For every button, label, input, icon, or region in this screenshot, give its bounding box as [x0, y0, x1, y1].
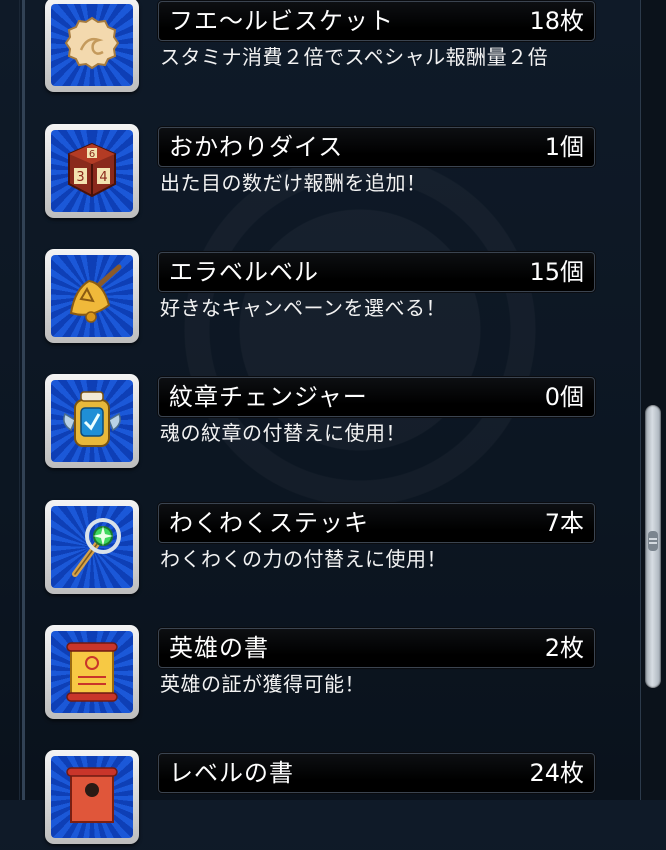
item-name-bar: レベルの書 24枚 [158, 753, 595, 793]
crest-changer-icon [63, 391, 121, 447]
item-icon-frame [45, 249, 139, 343]
dice-face-right: 4 [99, 170, 107, 185]
item-quantity: 1個 [544, 133, 584, 161]
scrollbar-thumb[interactable] [645, 405, 661, 688]
item-name: 英雄の書 [169, 634, 269, 662]
item-icon-frame [45, 0, 139, 92]
item-row-bell[interactable]: エラベルベル 15個 好きなキャンペーンを選べる！ [42, 249, 642, 349]
item-name-bar: 英雄の書 2枚 [158, 628, 595, 668]
wand-icon [72, 518, 121, 577]
item-quantity: 18枚 [529, 7, 584, 35]
dice-face-top: 6 [89, 149, 95, 160]
scroll-grip-icon [648, 531, 658, 551]
item-quantity: 15個 [529, 258, 584, 286]
item-name: 紋章チェンジャー [169, 383, 368, 411]
item-name-bar: わくわくステッキ 7本 [158, 503, 595, 543]
item-description: わくわくの力の付替えに使用！ [160, 547, 447, 571]
item-icon-frame [45, 750, 139, 844]
scroll-red-icon [66, 767, 118, 823]
left-frame [19, 0, 25, 800]
item-row-crest-changer[interactable]: 紋章チェンジャー 0個 魂の紋章の付替えに使用！ [42, 374, 642, 474]
biscuit-icon [64, 16, 120, 70]
item-icon-frame: 6 3 4 [45, 124, 139, 218]
item-icon-frame [45, 374, 139, 468]
item-icon-frame [45, 500, 139, 594]
item-name: おかわりダイス [169, 133, 344, 161]
bell-icon [69, 264, 122, 323]
item-name: エラベルベル [169, 258, 319, 286]
item-row-dice[interactable]: 6 3 4 おかわりダイス 1個 出た目の数だけ報酬を追加！ [42, 124, 642, 224]
item-description: 英雄の証が獲得可能！ [160, 672, 365, 696]
item-quantity: 24枚 [529, 759, 584, 787]
item-description: スタミナ消費２倍でスペシャル報酬量２倍 [160, 45, 549, 69]
item-description: 好きなキャンペーンを選べる！ [160, 296, 446, 320]
item-name: わくわくステッキ [169, 509, 369, 537]
dice-face-left: 3 [76, 170, 84, 185]
item-name-bar: エラベルベル 15個 [158, 252, 595, 292]
item-description: 出た目の数だけ報酬を追加！ [160, 171, 427, 195]
item-name-bar: おかわりダイス 1個 [158, 127, 595, 167]
item-quantity: 7本 [544, 509, 584, 537]
item-name: フエ〜ルビスケット [169, 7, 394, 35]
item-row-wand[interactable]: わくわくステッキ 7本 わくわくの力の付替えに使用！ [42, 500, 642, 600]
item-quantity: 2枚 [544, 634, 584, 662]
item-name-bar: フエ〜ルビスケット 18枚 [158, 1, 595, 41]
scroll-icon [66, 642, 118, 702]
item-quantity: 0個 [544, 383, 584, 411]
item-description: 魂の紋章の付替えに使用！ [160, 421, 406, 445]
item-row-level-book[interactable]: レベルの書 24枚 [42, 750, 642, 850]
item-row-biscuit[interactable]: フエ〜ルビスケット 18枚 スタミナ消費２倍でスペシャル報酬量２倍 [42, 0, 642, 98]
item-row-hero-book[interactable]: 英雄の書 2枚 英雄の証が獲得可能！ [42, 625, 642, 725]
dice-icon: 6 3 4 [68, 142, 116, 198]
item-icon-frame [45, 625, 139, 719]
item-name: レベルの書 [169, 759, 294, 787]
item-name-bar: 紋章チェンジャー 0個 [158, 377, 595, 417]
